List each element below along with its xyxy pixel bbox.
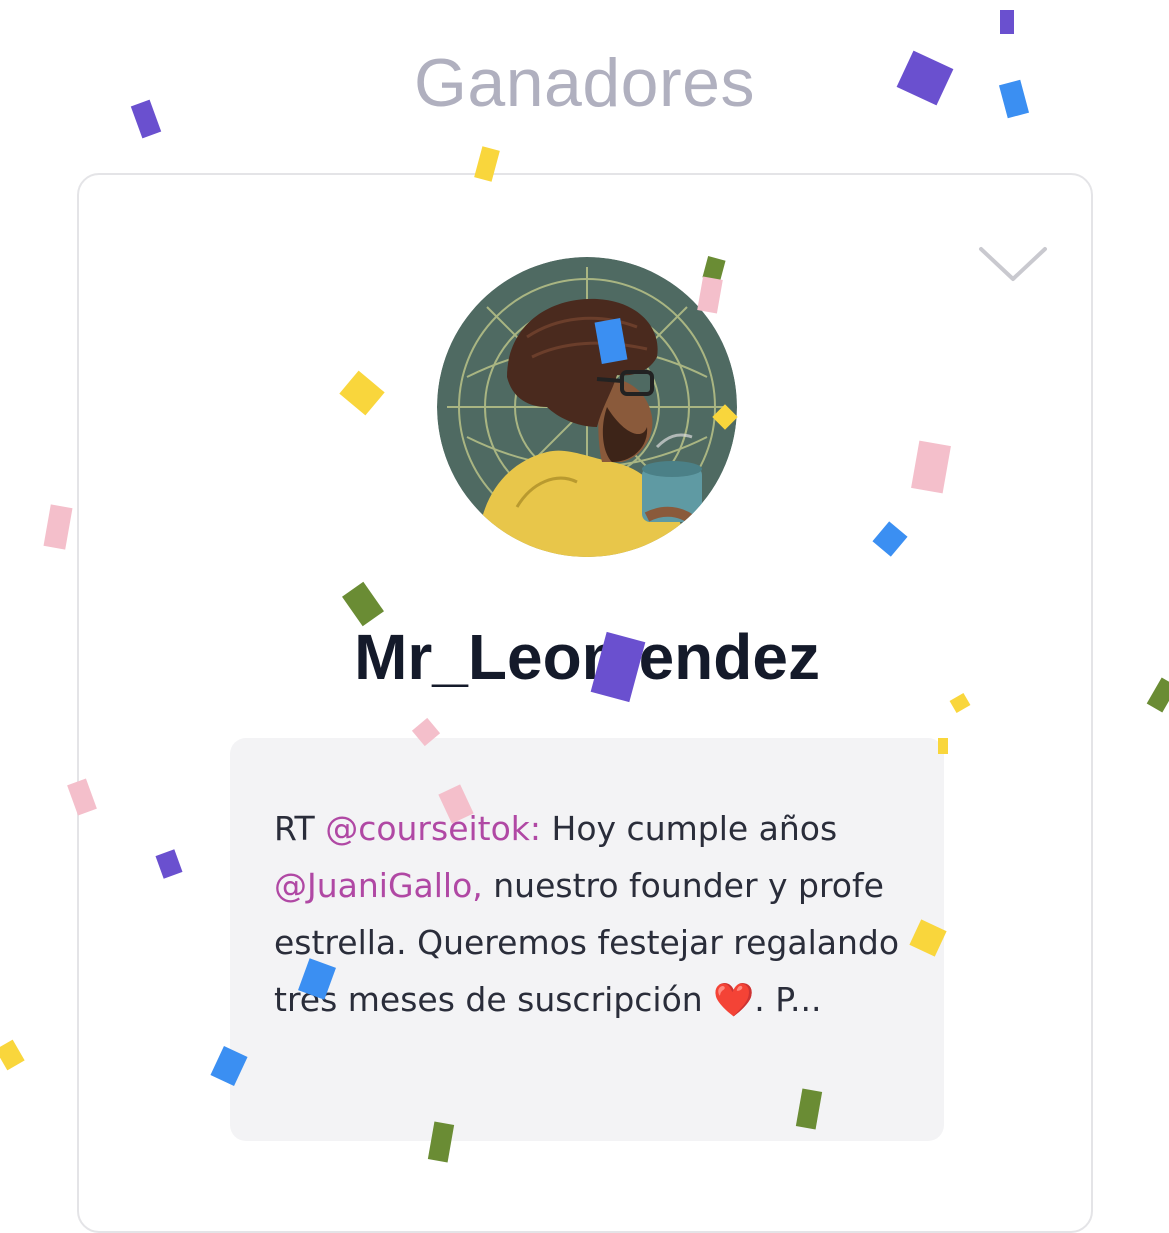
tweet-preview: RT @courseitok: Hoy cumple años @JuaniGa…	[230, 738, 944, 1141]
winner-card: Mr_Leomendez RT @courseitok: Hoy cumple …	[77, 173, 1093, 1233]
avatar-illustration	[437, 257, 737, 557]
confetti-piece	[1000, 10, 1014, 34]
page-title: Ganadores	[414, 45, 755, 121]
avatar	[437, 257, 737, 557]
confetti-piece	[43, 504, 73, 550]
confetti-piece	[0, 1039, 25, 1071]
tweet-mention-author[interactable]: @courseitok:	[325, 809, 541, 848]
tweet-text: RT @courseitok: Hoy cumple años @JuaniGa…	[274, 800, 904, 1028]
winner-username: Mr_Leomendez	[354, 621, 820, 693]
confetti-piece	[1146, 677, 1169, 713]
chevron-down-icon	[979, 247, 1047, 281]
tweet-text-part-1: Hoy cumple años	[551, 809, 838, 848]
collapse-toggle-button[interactable]	[977, 241, 1049, 287]
heart-icon: ❤️	[713, 980, 755, 1019]
tweet-rt-prefix: RT	[274, 809, 315, 848]
tweet-text-part-3: . P...	[754, 980, 822, 1019]
tweet-mention-juanigallo[interactable]: @JuaniGallo,	[274, 866, 483, 905]
